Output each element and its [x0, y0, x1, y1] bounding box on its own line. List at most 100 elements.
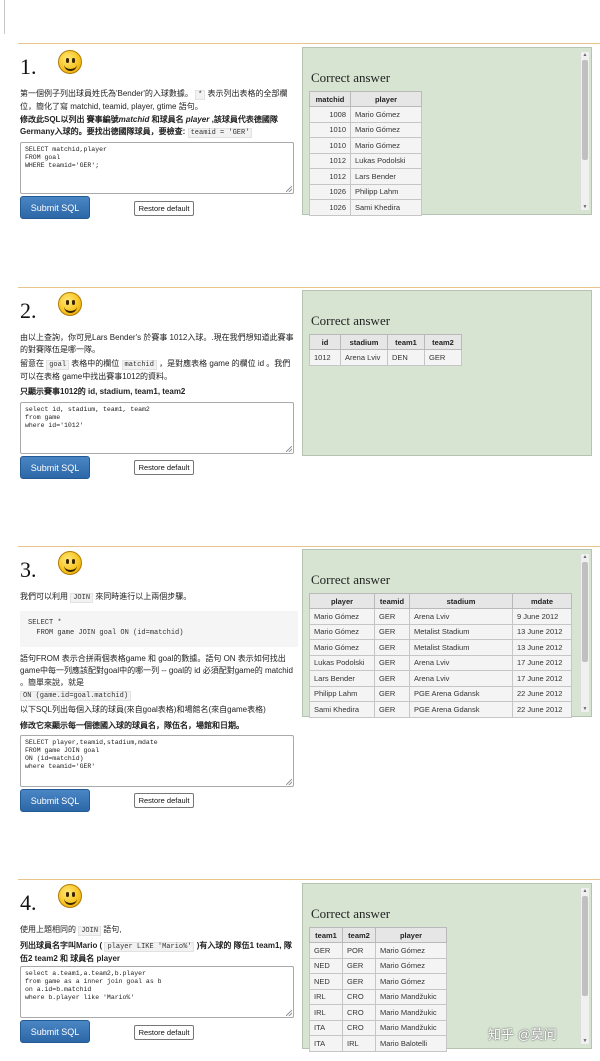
cell: NED [309, 973, 343, 990]
text: 來同時進行以上兩個步驟。 [95, 592, 192, 601]
restore-default-button[interactable]: Restore default [134, 1025, 194, 1040]
result-table: id stadium team1 team2 1012 Arena Lviv DEN… [309, 334, 462, 366]
top-strip [0, 0, 600, 34]
table-row: 1026 Philipp Lahm [309, 183, 422, 200]
emphasis: matchid [118, 115, 150, 124]
cell: IRL [309, 988, 343, 1005]
question-description: 使用上題相同的 JOIN 語句, [20, 924, 298, 937]
table-row: 1026 Sami Khedira [309, 199, 422, 216]
cell: Philipp Lahm [350, 183, 422, 200]
inline-code: JOIN [70, 593, 94, 603]
cell: Mario Gómez [309, 608, 375, 625]
column-header: team1 [309, 927, 343, 943]
submit-sql-button[interactable]: Submit SQL [20, 1020, 90, 1043]
table-row: Sami Khedira GER PGE Arena Gdansk 22 June 2… [309, 701, 572, 718]
cell: GER [309, 942, 343, 959]
answer-title: Correct answer [311, 572, 391, 587]
table-row: Philipp Lahm GER PGE Arena Gdansk 22 June 2… [309, 685, 572, 702]
scroll-down-icon[interactable]: ▼ [582, 706, 588, 712]
cell: GER [374, 701, 410, 718]
cell: Arena Lviv [409, 654, 513, 671]
restore-default-button[interactable]: Restore default [134, 793, 194, 808]
cell: Mario Gómez [375, 957, 447, 974]
column-header: matchid [309, 91, 351, 107]
submit-sql-button[interactable]: Submit SQL [20, 456, 90, 479]
emphasis: player [185, 115, 210, 124]
cell: 1010 [309, 121, 351, 138]
cell: DEN [387, 349, 425, 366]
table-row: Lukas Podolski GER Arena Lviv 17 June 2012 [309, 654, 572, 671]
inline-code: player LIKE 'Mario%' [104, 942, 195, 952]
column-header: player [375, 927, 447, 943]
text: 和球員名 [149, 115, 186, 124]
answer-panel-3: Correct answer player teamid stadium mda… [302, 549, 592, 718]
column-header: stadium [409, 593, 513, 609]
inline-code: goal [46, 360, 70, 370]
watermark: 知乎 @莫问 [488, 1027, 557, 1042]
sql-editor[interactable]: select a.team1,a.team2,b.player from gam… [20, 966, 294, 1018]
cell: Mario Gómez [350, 137, 422, 154]
table-row: IRL CRO Mario Mandžukic [309, 988, 447, 1005]
inline-code: ON (game.id=goal.matchid) [20, 691, 132, 701]
cell: GER [424, 349, 462, 366]
inline-code: * [195, 90, 206, 100]
cell: CRO [342, 1019, 376, 1036]
sql-editor[interactable]: select id, stadium, team1, team2 from ga… [20, 402, 294, 454]
scroll-down-icon[interactable]: ▼ [582, 1038, 588, 1044]
cell: Mario Mandžukic [375, 1019, 447, 1036]
cell: PGE Arena Gdansk [409, 701, 513, 718]
cell: GER [374, 670, 410, 687]
text: 語句, [103, 925, 122, 934]
cell: Mario Balotelli [375, 1035, 447, 1052]
text: 修改此SQL以列出 賽事編號 [20, 115, 119, 124]
answer-scrollbar[interactable]: ▲ ▼ [580, 888, 589, 1044]
text: 列出球員名字叫Mario ( [20, 941, 103, 950]
result-table: player teamid stadium mdate Mario Gómez G… [309, 593, 572, 718]
sql-editor[interactable]: SELECT matchid,player FROM goal WHERE te… [20, 142, 294, 194]
restore-default-button[interactable]: Restore default [134, 201, 194, 216]
scrollbar-thumb[interactable] [582, 896, 588, 996]
answer-scrollbar[interactable]: ▲ ▼ [580, 52, 589, 210]
question-task: 只顯示賽事1012的 id, stadium, team1, team2 [20, 387, 186, 396]
answer-panel-1: Correct answer matchid player 1008 Mario … [302, 47, 592, 216]
scroll-up-icon[interactable]: ▲ [582, 888, 588, 894]
cell: GER [342, 973, 376, 990]
resize-grip-icon[interactable] [286, 779, 292, 785]
scroll-up-icon[interactable]: ▲ [582, 554, 588, 560]
column-header: stadium [340, 334, 388, 350]
scrollbar-thumb[interactable] [582, 562, 588, 662]
cell: Mario Gómez [350, 121, 422, 138]
answer-title: Correct answer [311, 313, 391, 328]
submit-sql-button[interactable]: Submit SQL [20, 789, 90, 812]
question-description: 我們可以利用 JOIN 來同時進行以上兩個步驟。 [20, 591, 298, 604]
restore-default-button[interactable]: Restore default [134, 460, 194, 475]
text: 使用上題相同的 [20, 925, 76, 934]
submit-sql-button[interactable]: Submit SQL [20, 196, 90, 219]
scroll-up-icon[interactable]: ▲ [582, 52, 588, 58]
inline-code: teamid = 'GER' [187, 128, 253, 138]
cell: 22 June 2012 [512, 685, 572, 702]
scroll-down-icon[interactable]: ▼ [582, 204, 588, 210]
result-table: matchid player 1008 Mario Gómez 1010 Mario… [309, 91, 422, 216]
sql-editor[interactable]: SELECT player,teamid,stadium,mdate FROM … [20, 735, 294, 787]
answer-scrollbar[interactable]: ▲ ▼ [580, 554, 589, 712]
table-row: 1008 Mario Gómez [309, 106, 422, 123]
cell: 17 June 2012 [512, 670, 572, 687]
cell: 9 June 2012 [512, 608, 572, 625]
table-row: NED GER Mario Gómez [309, 973, 447, 990]
cell: Lukas Podolski [309, 654, 375, 671]
cell: 22 June 2012 [512, 701, 572, 718]
answer-title: Correct answer [311, 906, 391, 921]
column-header: id [309, 334, 341, 350]
text: 語句FROM 表示合拼兩個表格game 和 goal的數據。語句 ON 表示如何… [20, 654, 293, 687]
scrollbar-thumb[interactable] [582, 60, 588, 160]
resize-grip-icon[interactable] [286, 1010, 292, 1016]
cell: GER [374, 685, 410, 702]
resize-grip-icon[interactable] [286, 446, 292, 452]
resize-grip-icon[interactable] [286, 186, 292, 192]
result-table: team1 team2 player GER POR Mario Gómez NED… [309, 927, 447, 1052]
question-task: 修改它來顯示每一個德國入球的球員名，隊伍名，場館和日期。 [20, 721, 244, 730]
question-number: 2. [20, 298, 37, 323]
text: 表格中的欄位 [71, 359, 120, 368]
cell: 1012 [309, 168, 351, 185]
